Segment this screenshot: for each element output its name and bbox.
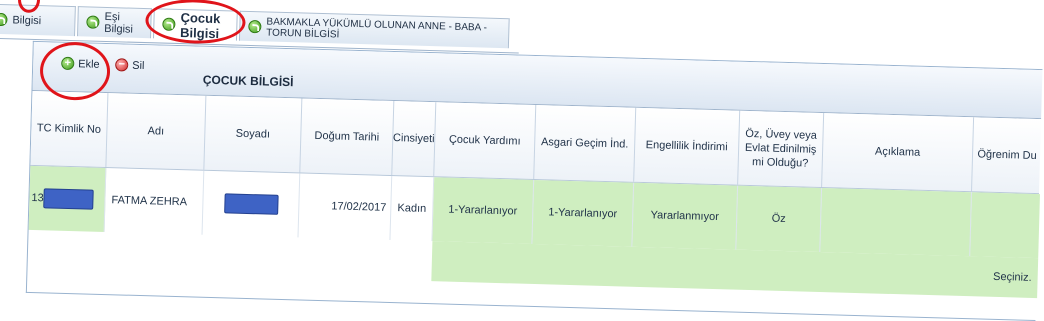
tab-label: BAKMAKLA YÜKÜMLÜ OLUNAN ANNE - BABA - TO… [266, 15, 488, 40]
cocuk-bilgisi-panel: + Ekle − Sil ÇOCUK BİLGİSİ TC Kimlik No … [25, 40, 1043, 321]
ogrenim-cell[interactable] [970, 192, 1040, 259]
delete-label: Sil [132, 59, 145, 72]
tab-label: Bilgisi [12, 13, 42, 27]
soyadi-cell[interactable] [202, 170, 301, 238]
tc-prefix: 13 [31, 191, 44, 205]
column-header[interactable]: TC Kimlik No [30, 90, 109, 168]
form-window: Bilgisi Eşi Bilgisi Çocuk Bilgisi BAKMAK… [0, 0, 1044, 321]
redaction-box [223, 193, 279, 215]
add-label: Ekle [78, 57, 100, 71]
refresh-icon [86, 15, 100, 29]
oz-uvey-cell[interactable]: Öz [736, 185, 823, 253]
column-header[interactable]: Öz, Üvey veya Evlat Edinilmiş mi Olduğu? [738, 110, 825, 188]
column-header[interactable]: Doğum Tarihi [300, 98, 395, 176]
cinsiyeti-cell[interactable]: Kadın [390, 176, 435, 242]
refresh-icon [162, 17, 176, 31]
column-header[interactable]: Asgari Geçim İnd. [534, 105, 637, 182]
tab-label: Eşi Bilgisi [104, 10, 134, 36]
cocuk-yardimi-cell[interactable]: 1-Yararlanıyor [432, 177, 535, 244]
column-header[interactable]: Cinsiyeti [392, 101, 437, 177]
adi-cell[interactable]: FATMA ZEHRA [104, 168, 205, 235]
refresh-icon [248, 19, 262, 34]
column-header[interactable]: Öğrenim Du [972, 117, 1042, 193]
asgari-gecim-cell[interactable]: 1-Yararlanıyor [532, 179, 635, 247]
tab-bakmakla-yukumlu[interactable]: BAKMAKLA YÜKÜMLÜ OLUNAN ANNE - BABA - TO… [238, 10, 510, 49]
tab-cocuk-bilgisi[interactable]: Çocuk Bilgisi [152, 8, 238, 41]
engellilik-cell[interactable]: Yararlanmıyor [632, 182, 739, 250]
column-header[interactable]: Soyadı [204, 95, 303, 173]
plus-icon: + [61, 56, 75, 71]
column-header[interactable]: Açıklama [822, 113, 975, 192]
tc-kimlik-cell[interactable]: 13 [28, 165, 107, 233]
column-header[interactable]: Çocuk Yardımı [434, 102, 537, 179]
panel-title: ÇOCUK BİLGİSİ [202, 72, 294, 90]
tab-label: Çocuk Bilgisi [179, 9, 221, 41]
delete-button[interactable]: − Sil [115, 58, 145, 72]
column-header[interactable]: Adı [106, 93, 207, 170]
redaction-box [43, 188, 94, 210]
column-header[interactable]: Engellilik İndirimi [634, 107, 741, 185]
minus-icon: − [115, 58, 129, 72]
tab-bilgisi[interactable]: Bilgisi [0, 3, 76, 37]
tab-esi-bilgisi[interactable]: Eşi Bilgisi [77, 6, 152, 39]
add-button[interactable]: + Ekle [61, 56, 100, 71]
aciklama-cell[interactable] [820, 188, 973, 257]
dogum-tarihi-cell[interactable]: 17/02/2017 [298, 173, 393, 240]
refresh-icon [0, 12, 8, 27]
